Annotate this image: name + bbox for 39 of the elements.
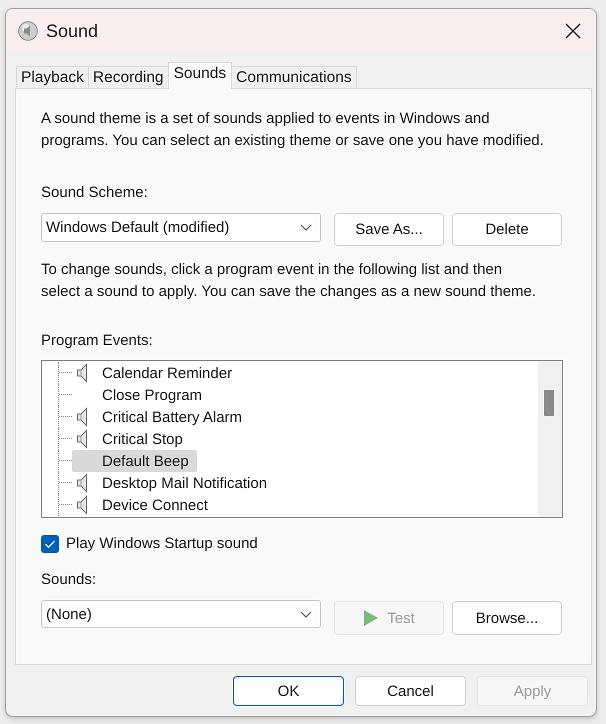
- play-icon: [363, 609, 380, 627]
- browse-button[interactable]: Browse...: [452, 601, 562, 635]
- scrollbar-thumb[interactable]: [544, 390, 554, 416]
- speaker-icon: [18, 20, 38, 40]
- sound-scheme-dropdown[interactable]: Windows Default (modified): [41, 213, 321, 242]
- speaker-icon: [76, 429, 88, 449]
- chevron-down-icon: [300, 610, 312, 618]
- sounds-dropdown[interactable]: (None): [41, 600, 321, 628]
- event-item[interactable]: Default Beep: [72, 450, 197, 472]
- cancel-button[interactable]: Cancel: [355, 676, 466, 706]
- event-item[interactable]: Critical Battery Alarm: [72, 406, 250, 428]
- close-icon: [565, 22, 581, 38]
- description-text: A sound theme is a set of sounds applied to events in Windows and programs. You can select an existing theme or save one you have modified.: [41, 109, 545, 151]
- save-as-button[interactable]: Save As...: [334, 213, 444, 246]
- event-item[interactable]: Device Connect: [72, 494, 216, 516]
- event-item[interactable]: Desktop Mail Notification: [72, 472, 276, 494]
- checkbox-label[interactable]: Play Windows Startup sound: [66, 534, 258, 554]
- event-item[interactable]: Critical Stop: [72, 428, 191, 450]
- chevron-down-icon: [300, 224, 312, 231]
- event-item[interactable]: Calendar Reminder: [72, 362, 240, 384]
- tab[interactable]: Sounds: [168, 62, 232, 89]
- event-item[interactable]: Close Program: [72, 384, 210, 406]
- speaker-icon: [76, 473, 88, 493]
- field-label: Program Events:: [41, 331, 154, 351]
- speaker-icon: [76, 407, 88, 427]
- speaker-icon: [76, 495, 88, 515]
- field-label: Sound Scheme:: [41, 183, 149, 203]
- window-title: Sound: [46, 20, 98, 42]
- tab[interactable]: Playback: [16, 66, 89, 88]
- tab[interactable]: Recording: [88, 66, 169, 88]
- instructions-text: To change sounds, click a program event in the following list and then select a sound to apply. You can save the changes as a new sound theme.: [41, 260, 538, 302]
- ok-button[interactable]: OK: [233, 676, 344, 706]
- speaker-icon: [76, 363, 88, 383]
- field-label: Sounds:: [41, 570, 98, 590]
- delete-button[interactable]: Delete: [452, 213, 562, 246]
- scrollbar[interactable]: [538, 361, 562, 517]
- close-button[interactable]: [565, 22, 581, 38]
- tab[interactable]: Communications: [231, 66, 357, 88]
- checkbox[interactable]: [41, 535, 59, 553]
